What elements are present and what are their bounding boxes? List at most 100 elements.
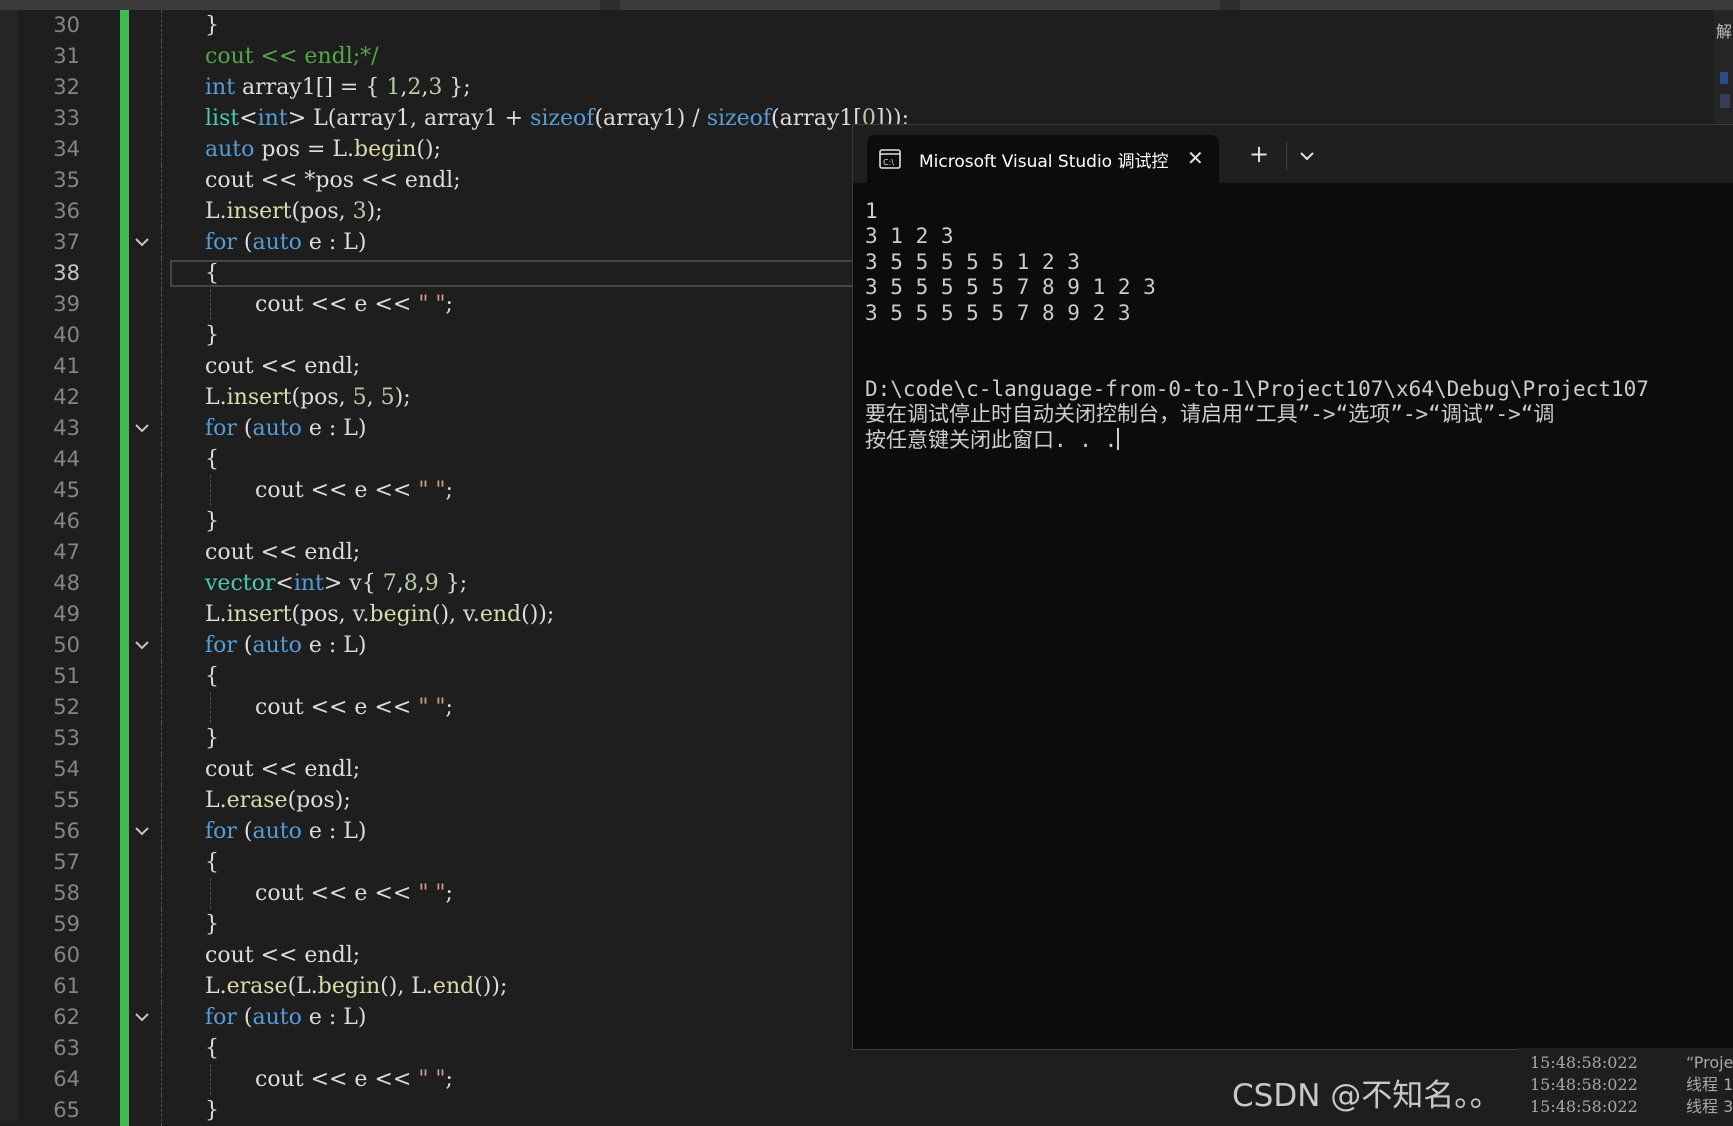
code-text[interactable]: cout << e << " "; bbox=[255, 1064, 453, 1095]
change-indicator bbox=[120, 10, 129, 41]
change-indicator bbox=[120, 630, 129, 661]
code-text[interactable]: cout << e << " "; bbox=[255, 878, 453, 909]
new-tab-button[interactable]: + bbox=[1249, 141, 1269, 167]
line-number: 31 bbox=[53, 44, 80, 68]
line-number: 65 bbox=[53, 1098, 80, 1122]
panel-tab-label[interactable]: 解 bbox=[1716, 18, 1732, 42]
editor-tab-strip[interactable] bbox=[0, 0, 600, 10]
line-number: 59 bbox=[53, 912, 80, 936]
change-indicator bbox=[120, 1064, 129, 1095]
terminal-tab-bar: C:\ Microsoft Visual Studio 调试控 ✕ + bbox=[853, 125, 1733, 183]
fold-chevron-icon[interactable] bbox=[131, 413, 153, 444]
code-text[interactable]: { bbox=[205, 258, 219, 289]
code-text[interactable]: for (auto e : L) bbox=[205, 630, 366, 661]
editor-tab-strip[interactable] bbox=[1240, 0, 1733, 10]
line-number: 51 bbox=[53, 664, 80, 688]
change-indicator bbox=[120, 227, 129, 258]
code-text[interactable]: for (auto e : L) bbox=[205, 227, 366, 258]
code-text[interactable]: for (auto e : L) bbox=[205, 1002, 366, 1033]
code-text[interactable]: cout << endl;*/ bbox=[205, 41, 379, 72]
line-number: 39 bbox=[53, 292, 80, 316]
code-text[interactable]: for (auto e : L) bbox=[205, 816, 366, 847]
line-number: 45 bbox=[53, 478, 80, 502]
code-line[interactable]: 30} bbox=[18, 10, 1733, 41]
code-text[interactable]: auto pos = L.begin(); bbox=[205, 134, 441, 165]
close-icon[interactable]: ✕ bbox=[1187, 145, 1204, 171]
line-number: 60 bbox=[53, 943, 80, 967]
change-indicator bbox=[120, 692, 129, 723]
code-text[interactable]: cout << endl; bbox=[205, 351, 360, 382]
svg-text:C:\: C:\ bbox=[883, 158, 894, 167]
line-number: 42 bbox=[53, 385, 80, 409]
code-text[interactable]: for (auto e : L) bbox=[205, 413, 366, 444]
panel-icon bbox=[1720, 94, 1730, 108]
code-text[interactable]: L.insert(pos, v.begin(), v.end()); bbox=[205, 599, 554, 630]
code-text[interactable]: } bbox=[205, 506, 219, 537]
terminal-tab[interactable]: C:\ Microsoft Visual Studio 调试控 ✕ bbox=[867, 135, 1219, 183]
change-indicator bbox=[120, 165, 129, 196]
indent-guide bbox=[210, 1064, 211, 1095]
code-text[interactable]: cout << *pos << endl; bbox=[205, 165, 461, 196]
code-text[interactable]: } bbox=[205, 320, 219, 351]
code-text[interactable]: cout << endl; bbox=[205, 537, 360, 568]
fold-chevron-icon[interactable] bbox=[131, 630, 153, 661]
indent-guide bbox=[161, 475, 162, 506]
line-number: 55 bbox=[53, 788, 80, 812]
code-line[interactable]: 31 cout << endl;*/ bbox=[18, 41, 1733, 72]
change-indicator bbox=[120, 382, 129, 413]
fold-chevron-icon[interactable] bbox=[131, 1002, 153, 1033]
line-number: 40 bbox=[53, 323, 80, 347]
indent-guide bbox=[161, 258, 162, 289]
code-text[interactable]: cout << e << " "; bbox=[255, 692, 453, 723]
code-text[interactable]: { bbox=[205, 1033, 219, 1064]
tab-divider bbox=[1286, 142, 1287, 170]
code-text[interactable]: cout << e << " "; bbox=[255, 475, 453, 506]
line-number: 58 bbox=[53, 881, 80, 905]
change-indicator bbox=[120, 1095, 129, 1126]
line-number: 53 bbox=[53, 726, 80, 750]
terminal-output-line: 3 5 5 5 5 5 7 8 9 1 2 3 bbox=[865, 275, 1156, 300]
line-number: 54 bbox=[53, 757, 80, 781]
change-indicator bbox=[120, 289, 129, 320]
solution-explorer-edge[interactable]: 解 bbox=[1714, 10, 1733, 124]
current-line-highlight bbox=[170, 260, 870, 287]
code-text[interactable]: { bbox=[205, 847, 219, 878]
terminal-output-line: 1 bbox=[865, 199, 878, 223]
code-text[interactable]: L.erase(L.begin(), L.end()); bbox=[205, 971, 507, 1002]
line-number: 34 bbox=[53, 137, 80, 161]
fold-chevron-icon[interactable] bbox=[131, 816, 153, 847]
code-text[interactable]: } bbox=[205, 1095, 219, 1126]
code-text[interactable]: } bbox=[205, 10, 219, 41]
editor-tab-strip[interactable] bbox=[620, 0, 1220, 10]
code-line[interactable]: 32 int array1[] = { 1,2,3 }; bbox=[18, 72, 1733, 103]
code-text[interactable]: cout << endl; bbox=[205, 940, 360, 971]
code-text[interactable]: } bbox=[205, 723, 219, 754]
indent-guide bbox=[161, 1033, 162, 1064]
code-text[interactable]: L.insert(pos, 3); bbox=[205, 196, 383, 227]
change-indicator bbox=[120, 475, 129, 506]
indent-guide bbox=[161, 413, 162, 444]
code-text[interactable]: vector<int> v{ 7,8,9 }; bbox=[205, 568, 467, 599]
code-text[interactable]: int array1[] = { 1,2,3 }; bbox=[205, 72, 471, 103]
change-indicator bbox=[120, 320, 129, 351]
indent-guide bbox=[161, 41, 162, 72]
chevron-down-icon[interactable] bbox=[1299, 147, 1315, 166]
change-indicator bbox=[120, 1002, 129, 1033]
change-indicator bbox=[120, 351, 129, 382]
terminal-window[interactable]: C:\ Microsoft Visual Studio 调试控 ✕ + 13 1… bbox=[852, 124, 1733, 1050]
code-text[interactable]: L.insert(pos, 5, 5); bbox=[205, 382, 411, 413]
code-text[interactable]: } bbox=[205, 909, 219, 940]
change-indicator bbox=[120, 909, 129, 940]
output-log-panel[interactable]: 15:48:58:022 “Proje 15:48:58:022 线程 1 15:48:… bbox=[1518, 1048, 1733, 1121]
log-timestamp: 15:48:58:022 bbox=[1530, 1097, 1638, 1116]
indent-guide bbox=[161, 878, 162, 909]
terminal-output[interactable]: 13 1 2 33 5 5 5 5 5 1 2 33 5 5 5 5 5 7 8… bbox=[865, 197, 1733, 1037]
code-text[interactable]: { bbox=[205, 444, 219, 475]
fold-chevron-icon[interactable] bbox=[131, 227, 153, 258]
line-number: 63 bbox=[53, 1036, 80, 1060]
code-text[interactable]: list<int> L(array1, array1 + sizeof(arra… bbox=[205, 103, 909, 134]
code-text[interactable]: { bbox=[205, 661, 219, 692]
code-text[interactable]: L.erase(pos); bbox=[205, 785, 351, 816]
code-text[interactable]: cout << e << " "; bbox=[255, 289, 453, 320]
code-text[interactable]: cout << endl; bbox=[205, 754, 360, 785]
